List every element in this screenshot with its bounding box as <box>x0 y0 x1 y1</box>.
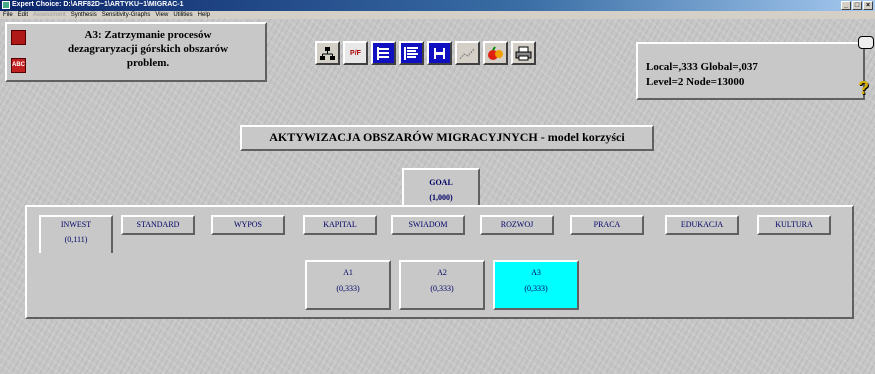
menu-bar: File Edit Assessment Synthesis Sensitivi… <box>0 11 875 19</box>
pf-label: P/F <box>350 49 361 57</box>
window-title: Expert Choice: D:\ARF82D~1\ARTYKU~1\MIGR… <box>12 1 184 8</box>
hierarchy-icon[interactable] <box>315 41 340 65</box>
alternative-label: A2 <box>437 268 447 277</box>
list-icon[interactable] <box>399 41 424 65</box>
pf-icon[interactable]: P/F <box>343 41 368 65</box>
close-button[interactable]: × <box>863 1 873 10</box>
fruit-icon[interactable] <box>483 41 508 65</box>
alternative-a3[interactable]: A3 (0,333) <box>493 260 579 310</box>
alternative-value: (0,333) <box>524 284 548 293</box>
alternative-value: (0,333) <box>430 284 454 293</box>
criterion-label: KAPITAL <box>323 220 357 229</box>
node-readout: Level=2 Node=13000 <box>646 76 745 88</box>
save-icon[interactable] <box>427 41 452 65</box>
menu-help[interactable]: Help <box>198 11 210 19</box>
app-icon <box>2 1 10 9</box>
criterion-label: PRACA <box>593 220 621 229</box>
criterion-praca[interactable]: PRACA <box>570 215 644 235</box>
alternative-a1[interactable]: A1 (0,333) <box>305 260 391 310</box>
abc-icon[interactable]: ABC <box>11 58 26 73</box>
node-info-panel: ABC A3: Zatrzymanie procesów dezagraryza… <box>5 22 267 82</box>
criterion-label: STANDARD <box>136 220 180 229</box>
graph-icon[interactable] <box>455 41 480 65</box>
goal-node[interactable]: GOAL (1,000) <box>402 168 480 210</box>
print-icon[interactable] <box>511 41 536 65</box>
current-node-text: A3: Zatrzymanie procesów dezagraryzacji … <box>37 28 259 70</box>
criterion-value: (0,111) <box>64 235 88 244</box>
hierarchy-panel: INWEST (0,111) STANDARD WYPOS KAPITAL SW… <box>25 205 854 319</box>
alternative-label: A3 <box>531 268 541 277</box>
criterion-wypos[interactable]: WYPOS <box>211 215 285 235</box>
criterion-label: INWEST <box>60 220 92 229</box>
goal-value: (1,000) <box>429 193 453 202</box>
criterion-swiadom[interactable]: SWIADOM <box>391 215 465 235</box>
priority-info-panel: Local=,333 Global=,037 Level=2 Node=1300… <box>636 42 865 100</box>
toolbar: P/F <box>315 41 536 65</box>
priority-readout: Local=,333 Global=,037 <box>646 61 758 73</box>
criterion-kultura[interactable]: KULTURA <box>757 215 831 235</box>
criterion-edukacja[interactable]: EDUKACJA <box>665 215 739 235</box>
criterion-kapital[interactable]: KAPITAL <box>303 215 377 235</box>
menu-assessment[interactable]: Assessment <box>33 11 66 19</box>
node-text-line-3: problem. <box>126 57 170 69</box>
node-text-line-2: dezagraryzacji górskich obszarów <box>67 43 229 55</box>
help-icon[interactable]: ? <box>858 79 872 97</box>
criterion-label: SWIADOM <box>408 220 448 229</box>
criterion-label: KULTURA <box>775 220 813 229</box>
menu-synthesis[interactable]: Synthesis <box>71 11 97 19</box>
menu-sensitivity-graphs[interactable]: Sensitivity-Graphs <box>102 11 151 19</box>
restore-button[interactable]: □ <box>852 1 862 10</box>
book-icon[interactable] <box>11 30 26 45</box>
tree-icon[interactable] <box>371 41 396 65</box>
title-bar: Expert Choice: D:\ARF82D~1\ARTYKU~1\MIGR… <box>0 0 875 11</box>
minimize-button[interactable]: _ <box>841 1 851 10</box>
criterion-inwest[interactable]: INWEST (0,111) <box>39 215 113 253</box>
alternative-label: A1 <box>343 268 353 277</box>
menu-file[interactable]: File <box>3 11 13 19</box>
model-title: AKTYWIZACJA OBSZARÓW MIGRACYJNYCH - mode… <box>240 125 654 151</box>
menu-view[interactable]: View <box>155 11 168 19</box>
criterion-label: WYPOS <box>233 220 262 229</box>
menu-utilities[interactable]: Utilities <box>173 11 192 19</box>
criterion-rozwoj[interactable]: ROZWOJ <box>480 215 554 235</box>
criterion-label: EDUKACJA <box>680 220 724 229</box>
alternative-a2[interactable]: A2 (0,333) <box>399 260 485 310</box>
goal-label: GOAL <box>429 178 453 187</box>
node-text-line-1: A3: Zatrzymanie procesów <box>84 29 212 41</box>
alternative-value: (0,333) <box>336 284 360 293</box>
criterion-label: ROZWOJ <box>500 220 534 229</box>
criterion-standard[interactable]: STANDARD <box>121 215 195 235</box>
menu-edit[interactable]: Edit <box>18 11 28 19</box>
speech-bubble-icon[interactable] <box>858 36 874 49</box>
